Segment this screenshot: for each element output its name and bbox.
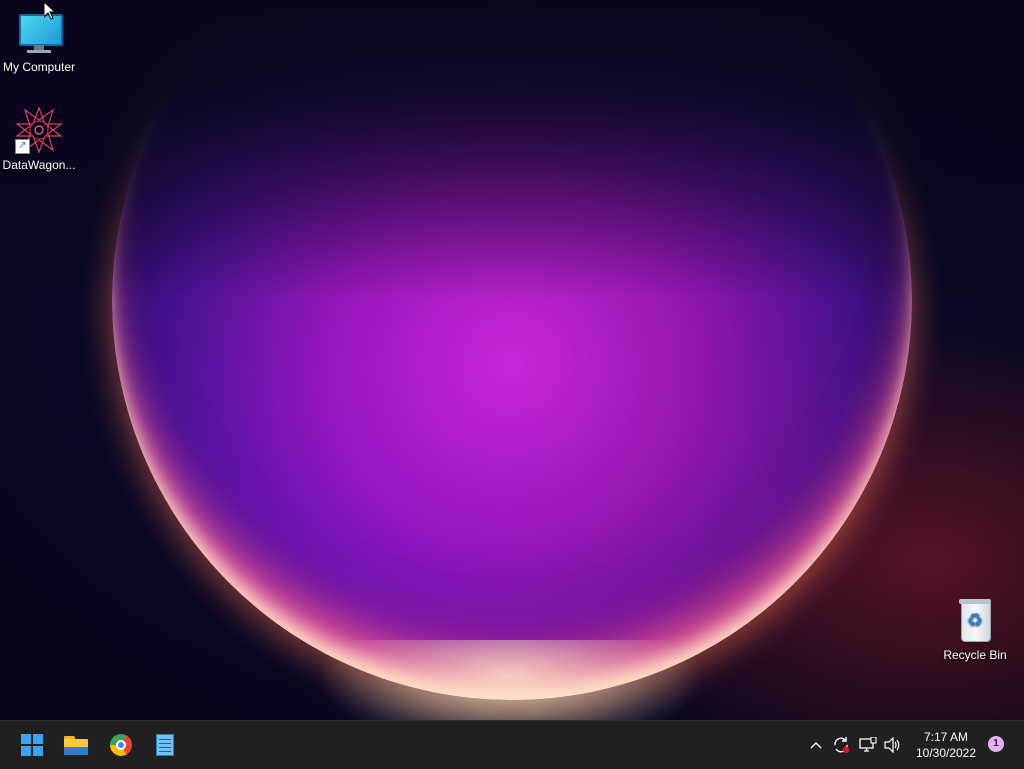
folder-icon — [64, 735, 88, 755]
taskbar-clock[interactable]: 7:17 AM 10/30/2022 — [908, 729, 984, 761]
wallpaper-glow — [300, 640, 720, 720]
sync-icon — [834, 737, 850, 754]
sync-status-button[interactable] — [830, 733, 852, 757]
desktop-icon-label: My Computer — [2, 60, 76, 74]
notepad-icon — [156, 734, 174, 756]
notification-badge[interactable]: 1 — [988, 736, 1004, 752]
network-icon — [859, 737, 877, 752]
taskbar-file-explorer[interactable] — [58, 727, 94, 763]
desktop-icon-label: DataWagon... — [2, 158, 76, 172]
desktop-icon-label: Recycle Bin — [943, 648, 1007, 662]
datawagon-icon: ↗ — [15, 106, 63, 154]
windows-logo-icon — [21, 734, 43, 756]
network-button[interactable] — [857, 733, 879, 757]
start-button[interactable] — [14, 727, 50, 763]
wallpaper-fade — [0, 0, 1024, 300]
desktop-icon-my-computer[interactable]: My Computer — [0, 8, 78, 74]
chevron-up-icon — [810, 742, 822, 749]
taskbar: 7:17 AM 10/30/2022 — [0, 720, 1024, 769]
mouse-cursor-icon — [44, 2, 56, 20]
taskbar-chrome[interactable] — [103, 727, 139, 763]
taskbar-notepad[interactable] — [147, 727, 183, 763]
show-hidden-icons-button[interactable] — [806, 733, 826, 757]
volume-icon — [884, 737, 900, 753]
desktop-icon-datawagon[interactable]: ↗ DataWagon... — [0, 106, 78, 172]
desktop-wallpaper: My Computer ↗ DataWagon... ♻ Recycle Bin — [0, 0, 1024, 720]
clock-time: 7:17 AM — [923, 730, 969, 744]
volume-button[interactable] — [882, 733, 904, 757]
recycle-bin-icon: ♻ — [951, 596, 999, 644]
desktop-icon-recycle-bin[interactable]: ♻ Recycle Bin — [936, 596, 1014, 662]
chrome-icon — [110, 734, 132, 756]
clock-date: 10/30/2022 — [915, 746, 977, 760]
shortcut-arrow-icon: ↗ — [15, 139, 30, 154]
